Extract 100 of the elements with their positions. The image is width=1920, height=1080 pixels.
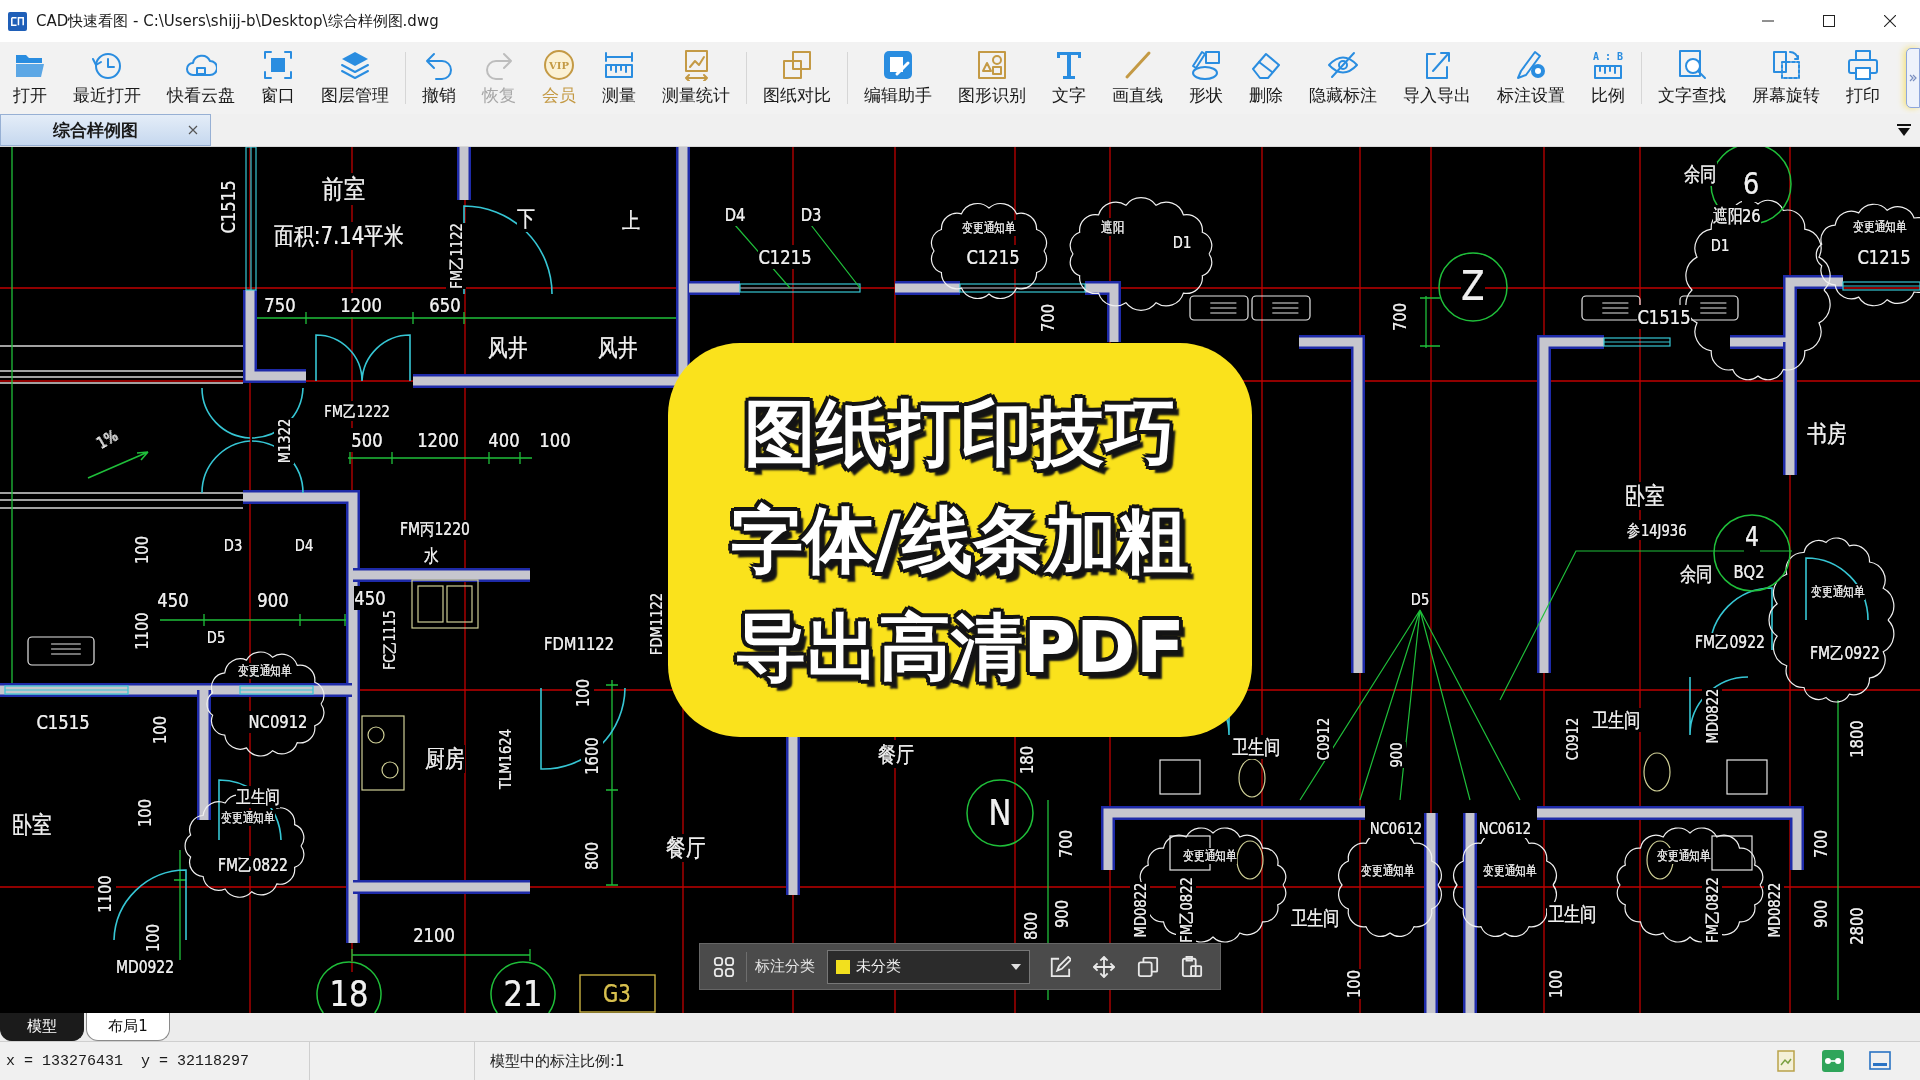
dimension-text: 750 [264, 293, 296, 317]
toolbar-button[interactable]: 标注设置 [1484, 42, 1578, 114]
dimension-text: 100 [539, 428, 571, 452]
axis-label: 4 [1744, 521, 1760, 553]
tiles-icon [713, 955, 735, 978]
element-code: FC乙1115 [381, 610, 399, 670]
dimension-text: 100 [1343, 969, 1365, 999]
axis-label: 21 [503, 973, 543, 1013]
double-chevron-icon [1909, 74, 1917, 82]
shapes-frame-icon [976, 49, 1008, 81]
toolbar-button[interactable]: 图形识别 [945, 42, 1039, 114]
note-text: 水 [423, 545, 439, 567]
category-dropdown[interactable]: 未分类 [827, 949, 1030, 984]
element-code: C0912 [1313, 717, 1333, 761]
room-label: 书房 [1807, 420, 1847, 448]
toolbar-button[interactable]: 最近打开 [60, 42, 154, 114]
document-tab[interactable]: 综合样例图 [0, 114, 211, 146]
dimension-text: 100 [149, 715, 171, 745]
toolbar-button[interactable]: 屏幕旋转 [1739, 42, 1833, 114]
element-code: C0912 [1562, 717, 1582, 761]
element-code: C1515 [36, 710, 90, 734]
toolbar-button[interactable]: 打开 [0, 42, 60, 114]
close-icon[interactable] [188, 125, 198, 135]
element-code: NC0612 [1478, 818, 1532, 838]
frame-icon [262, 49, 294, 81]
element-code: C1215 [758, 245, 812, 269]
note-text: 1% [93, 425, 121, 453]
dimension-text: 700 [1810, 829, 1832, 859]
layout-tab[interactable]: 模型 [0, 1013, 84, 1041]
element-code: MD0822 [1702, 688, 1722, 744]
note-text: 下 [517, 204, 535, 232]
vip-text: VIP [549, 60, 569, 71]
toolbar-button[interactable]: 隐藏标注 [1296, 42, 1390, 114]
element-code: MD0922 [115, 958, 175, 978]
toolbar-button[interactable]: A : B 比例 [1578, 42, 1638, 114]
toolbar-button[interactable]: 编辑助手 [851, 42, 945, 114]
element-code: FM丙1220 [400, 520, 470, 540]
move-icon [1093, 955, 1115, 978]
grid-bubble [316, 961, 382, 1013]
dimension-text: 900 [1051, 899, 1073, 929]
caret-icon [1011, 963, 1021, 970]
toolbar-button[interactable]: 窗口 [248, 42, 308, 114]
link-tile-icon[interactable] [1822, 1050, 1844, 1072]
toolbar-button[interactable]: 删除 [1236, 42, 1296, 114]
edit-icon [1049, 955, 1071, 978]
toolbar-button[interactable]: 图层管理 [308, 42, 402, 114]
app-logo-icon [8, 11, 27, 31]
toolbar-button[interactable]: 图纸对比 [750, 42, 844, 114]
dimension-text: 700 [1389, 302, 1411, 332]
headline: 导出高清PDF [735, 603, 1185, 691]
toilet [1643, 752, 1671, 792]
toolbar-button[interactable]: 测量统计 [649, 42, 743, 114]
toolbar-button[interactable]: 撤销 [409, 42, 469, 114]
room-label: 卫生间 [1591, 708, 1641, 732]
element-code: M1322 [274, 418, 294, 464]
toolbar-button[interactable]: 画直线 [1099, 42, 1176, 114]
air-conditioner [1189, 295, 1249, 321]
toolbar-button[interactable]: 打印 [1833, 42, 1893, 114]
room-label: 风井 [598, 334, 638, 362]
grid-bubble [490, 961, 556, 1013]
toolbar-button[interactable]: 导入导出 [1390, 42, 1484, 114]
dimension-text: 400 [488, 428, 520, 452]
note-text: 变更通知单 [221, 810, 275, 826]
toolbar-button[interactable]: 文字查找 [1645, 42, 1739, 114]
dimension-text: 900 [1810, 899, 1832, 929]
dimension-text: 1800 [1846, 720, 1868, 758]
toolbar-button[interactable]: 形状 [1176, 42, 1236, 114]
dimension-text: 1200 [340, 293, 382, 317]
printer-icon [1847, 49, 1879, 81]
layout-tab[interactable]: 布局1 [86, 1013, 170, 1041]
washbasin [1726, 759, 1768, 795]
note-text: 变更通知单 [238, 663, 292, 679]
dimension-text: 100 [572, 678, 594, 708]
dimension-text: 100 [131, 535, 153, 565]
axis-label: Z [1461, 263, 1485, 311]
category-label: 标注分类 [755, 957, 815, 976]
element-code: D1 [1710, 235, 1730, 255]
toolbar-button[interactable]: 快看云盘 [154, 42, 248, 114]
element-code: C1215 [966, 245, 1020, 269]
element-code: NC0612 [1369, 818, 1423, 838]
dimension-text: 1100 [94, 875, 116, 913]
cursor-coordinates: x = 133276431 y = 32118297 [6, 1052, 250, 1070]
element-code: FM乙1222 [324, 401, 390, 421]
note-text: 遮阳 [1101, 218, 1125, 236]
room-label: 前室 [322, 173, 366, 205]
dimension-text: 450 [157, 588, 189, 612]
dimension-text: 1100 [131, 612, 153, 650]
air-conditioner [27, 636, 95, 666]
window-icon[interactable] [1869, 1050, 1891, 1072]
note-text: 变更通知单 [1811, 584, 1865, 600]
dimension-text: 700 [1055, 829, 1077, 859]
toolbar-button[interactable]: 测量 [589, 42, 649, 114]
note-text: 余同 [1679, 562, 1713, 586]
toolbar-button[interactable]: 文字 [1039, 42, 1099, 114]
maximize-icon [1822, 15, 1835, 27]
document-icon[interactable] [1775, 1050, 1797, 1072]
note-text: 变更通知单 [1483, 863, 1537, 879]
dimension-text: 900 [1386, 742, 1406, 768]
paste-icon [1181, 955, 1203, 978]
tab-menu-icon[interactable] [1897, 124, 1911, 136]
